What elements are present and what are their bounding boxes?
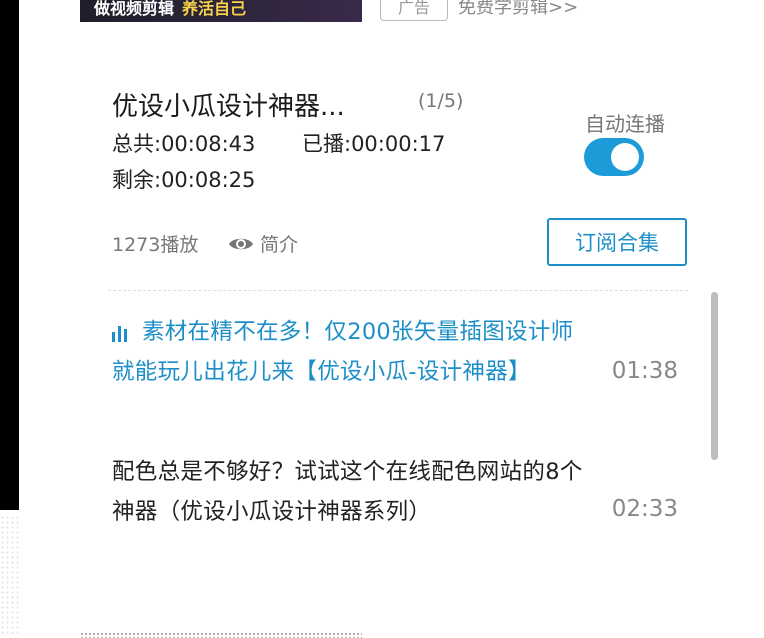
- ad-tag: 广告: [380, 0, 448, 21]
- playlist-position: (1/5): [418, 90, 464, 112]
- played-duration: 已播:00:00:17: [302, 132, 446, 156]
- intro-link[interactable]: 简介: [228, 230, 298, 257]
- ad-banner[interactable]: 做视频剪辑 养活自己: [80, 0, 362, 22]
- playing-bars-icon: [112, 324, 132, 342]
- total-duration: 总共:00:08:43: [112, 132, 256, 156]
- ad-banner-text: 做视频剪辑: [94, 0, 175, 18]
- episode-title: 配色总是不够好？试试这个在线配色网站的8个神器（优设小瓜设计神器系列）: [112, 452, 592, 532]
- left-panel-fade: [0, 515, 19, 635]
- autoplay-toggle[interactable]: [584, 138, 644, 176]
- divider: [108, 290, 688, 291]
- autoplay-label: 自动连播: [585, 112, 665, 136]
- episode-title-text: 配色总是不够好？试试这个在线配色网站的8个神器（优设小瓜设计神器系列）: [112, 459, 583, 525]
- left-panel-edge: [0, 0, 19, 510]
- episode-item-1[interactable]: 素材在精不在多！仅200张矢量插图设计师就能玩儿出花儿来【优设小瓜-设计神器】 …: [112, 312, 692, 392]
- remaining-duration: 剩余:00:08:25: [112, 168, 256, 192]
- ad-banner-highlight: 养活自己: [182, 0, 247, 18]
- subscribe-collection-button[interactable]: 订阅合集: [547, 218, 687, 266]
- intro-label: 简介: [260, 234, 299, 256]
- episode-item-2[interactable]: 配色总是不够好？试试这个在线配色网站的8个神器（优设小瓜设计神器系列） 02:3…: [112, 452, 692, 532]
- scrollbar-thumb[interactable]: [711, 292, 718, 460]
- episode-title: 素材在精不在多！仅200张矢量插图设计师就能玩儿出花儿来【优设小瓜-设计神器】: [112, 312, 592, 392]
- next-item-edge: [420, 632, 680, 638]
- episode-duration: 01:38: [611, 358, 678, 384]
- eye-icon: [229, 238, 253, 249]
- episode-duration: 02:33: [611, 496, 678, 522]
- ad-link[interactable]: 免费学剪辑>>: [458, 0, 578, 17]
- play-count: 1273播放: [112, 234, 199, 256]
- episode-title-text: 素材在精不在多！仅200张矢量插图设计师就能玩儿出花儿来【优设小瓜-设计神器】: [112, 319, 574, 385]
- playlist-title: 优设小瓜设计神器...: [112, 92, 345, 122]
- toggle-knob: [611, 143, 639, 171]
- next-ad-edge: [80, 632, 362, 638]
